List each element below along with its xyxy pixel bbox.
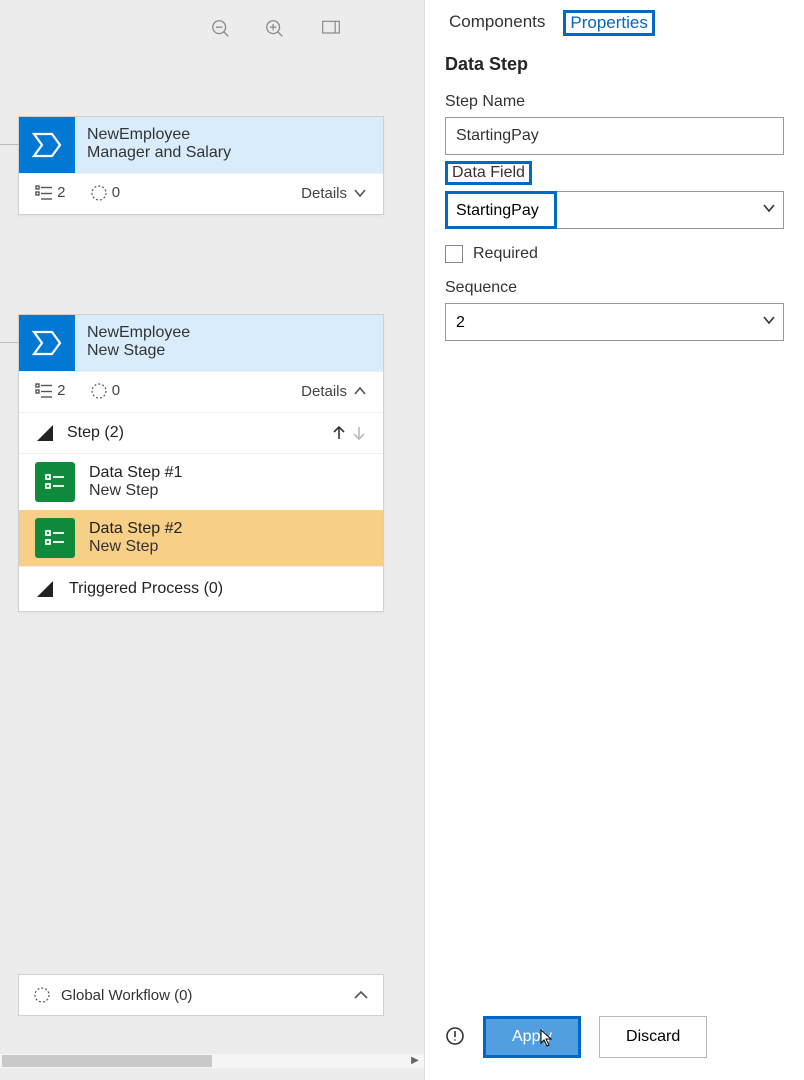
triggered-process-row[interactable]: Triggered Process (0) — [19, 566, 383, 611]
step-header-label: Step (2) — [67, 424, 124, 442]
canvas-pane: NewEmployee Manager and Salary 2 0 D — [0, 0, 424, 1080]
discard-label: Discard — [626, 1028, 680, 1045]
zoom-in-icon[interactable] — [264, 18, 286, 40]
badge-count: 0 — [90, 382, 121, 400]
stage-chevron-icon — [19, 315, 75, 371]
required-row[interactable]: Required — [445, 235, 784, 267]
tab-properties[interactable]: Properties — [563, 10, 654, 36]
arrow-up-icon[interactable] — [331, 425, 347, 441]
triangle-triggered-icon — [35, 579, 55, 599]
scrollbar-thumb[interactable] — [2, 1055, 212, 1067]
step-name-label: Step Name — [445, 87, 784, 111]
data-step-2[interactable]: Data Step #2 New Step — [19, 510, 383, 566]
apply-label: Apply — [512, 1028, 552, 1045]
step-text: Data Step #1 New Step — [89, 464, 182, 500]
step-text: Data Step #2 New Step — [89, 520, 182, 556]
stage-title: NewEmployee — [87, 324, 190, 342]
details-toggle[interactable]: Details — [301, 383, 367, 400]
stage-title: NewEmployee — [87, 126, 231, 144]
step-header: Step (2) — [19, 413, 383, 454]
connector-line — [0, 342, 18, 343]
step-count: 2 — [35, 382, 66, 400]
chevron-down-icon — [353, 186, 367, 200]
scrollbar-arrow-right[interactable]: ▶ — [408, 1055, 422, 1067]
stage-info-row: 2 0 Details — [19, 371, 383, 412]
properties-form: Step Name Data Field StartingPay Require… — [425, 81, 804, 347]
stage-header[interactable]: NewEmployee Manager and Salary — [19, 117, 383, 173]
arrow-down-icon[interactable] — [351, 425, 367, 441]
stage-header[interactable]: NewEmployee New Stage — [19, 315, 383, 371]
pane-tabs: Components Properties — [425, 0, 804, 46]
horizontal-scrollbar[interactable]: ▶ — [0, 1054, 424, 1068]
stage-header-text: NewEmployee New Stage — [75, 315, 200, 371]
global-workflow-label: Global Workflow (0) — [61, 987, 192, 1004]
triggered-label: Triggered Process (0) — [69, 580, 223, 598]
step-count: 2 — [35, 184, 66, 202]
details-label: Details — [301, 383, 347, 400]
info-icon[interactable] — [445, 1026, 465, 1049]
badge-count-value: 0 — [112, 184, 120, 201]
zoom-toolbar — [210, 18, 340, 40]
stage-card-new-stage[interactable]: NewEmployee New Stage 2 0 Details — [18, 314, 384, 612]
stage-header-text: NewEmployee Manager and Salary — [75, 117, 241, 173]
data-step-1[interactable]: Data Step #1 New Step — [19, 454, 383, 510]
chevron-up-icon — [353, 987, 369, 1003]
step-title: Data Step #1 — [89, 464, 182, 482]
properties-pane: Components Properties Data Step Step Nam… — [424, 0, 804, 1080]
sequence-select-wrap: 2 — [445, 303, 784, 341]
required-label: Required — [473, 245, 538, 263]
step-subtitle: New Step — [89, 538, 182, 556]
step-title: Data Step #2 — [89, 520, 182, 538]
panel-footer: Apply Discard — [425, 998, 804, 1080]
panel-title: Data Step — [425, 46, 804, 81]
stage-subtitle: New Stage — [87, 342, 190, 360]
stage-card-manager-salary[interactable]: NewEmployee Manager and Salary 2 0 D — [18, 116, 384, 215]
dashed-circle-icon — [33, 986, 51, 1004]
badge-count: 0 — [90, 184, 121, 202]
sequence-select[interactable]: 2 — [445, 303, 784, 341]
step-count-value: 2 — [57, 382, 65, 399]
apply-button[interactable]: Apply — [483, 1016, 581, 1058]
data-field-select[interactable]: StartingPay — [445, 191, 784, 229]
step-count-value: 2 — [57, 184, 65, 201]
tab-components[interactable]: Components — [445, 10, 549, 36]
discard-button[interactable]: Discard — [599, 1016, 707, 1058]
chevron-up-icon — [353, 384, 367, 398]
stage-chevron-icon — [19, 117, 75, 173]
stage-info-row: 2 0 Details — [19, 173, 383, 214]
details-toggle[interactable]: Details — [301, 185, 367, 202]
required-checkbox[interactable] — [445, 245, 463, 263]
badge-count-value: 0 — [112, 382, 120, 399]
data-step-icon — [35, 462, 75, 502]
details-label: Details — [301, 185, 347, 202]
triangle-step-icon — [35, 423, 55, 443]
sequence-label: Sequence — [445, 273, 784, 297]
data-field-label: Data Field — [445, 161, 532, 185]
step-subtitle: New Step — [89, 482, 182, 500]
step-section: Step (2) Data Step #1 New Step — [19, 412, 383, 611]
stage-subtitle: Manager and Salary — [87, 144, 231, 162]
step-name-input[interactable] — [445, 117, 784, 155]
data-field-select-wrap: StartingPay — [445, 191, 784, 229]
zoom-out-icon[interactable] — [210, 18, 232, 40]
fit-screen-icon[interactable] — [318, 18, 340, 40]
connector-line — [0, 144, 18, 145]
data-step-icon — [35, 518, 75, 558]
global-workflow-bar[interactable]: Global Workflow (0) — [18, 974, 384, 1016]
